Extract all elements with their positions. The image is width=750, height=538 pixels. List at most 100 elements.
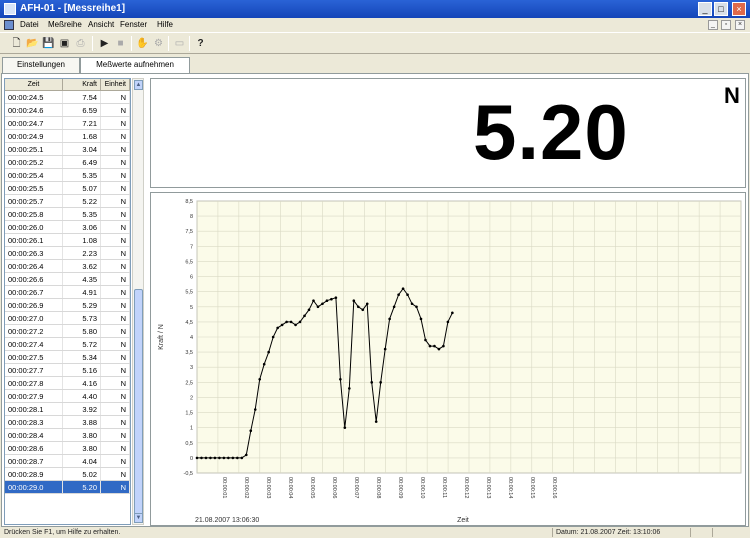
tab-einstellungen[interactable]: Einstellungen <box>2 57 80 73</box>
data-point <box>428 344 432 348</box>
help-icon[interactable]: ? <box>194 37 207 50</box>
table-row[interactable]: 00:00:28.7 4.04 N <box>5 455 130 468</box>
table-row[interactable]: 00:00:26.1 1.08 N <box>5 234 130 247</box>
cell-einheit: N <box>101 156 130 168</box>
table-row[interactable]: 00:00:25.2 6.49 N <box>5 156 130 169</box>
y-tick-label: 4 <box>190 335 193 341</box>
table-row[interactable]: 00:00:26.3 2.23 N <box>5 247 130 260</box>
measurement-list[interactable]: Zeit Kraft Einheit 00:00:24.5 7.54 N 00:00:… <box>4 78 131 525</box>
cell-einheit: N <box>101 299 130 311</box>
data-point <box>276 326 279 330</box>
table-row[interactable]: 00:00:25.1 3.04 N <box>5 143 130 156</box>
scroll-thumb[interactable] <box>134 289 143 517</box>
y-tick-label: -0,5 <box>184 471 193 477</box>
x-tick-label: 00:00:02 <box>243 477 249 498</box>
cell-kraft: 4.16 <box>63 377 101 389</box>
scroll-up-arrow-icon[interactable]: ▲ <box>134 80 143 90</box>
save-icon[interactable]: 💾 <box>42 37 55 50</box>
table-row[interactable]: 00:00:25.4 5.35 N <box>5 169 130 182</box>
data-point <box>280 323 284 327</box>
cell-einheit: N <box>101 260 130 272</box>
menu-hilfe[interactable]: Hilfe <box>157 18 173 32</box>
table-row[interactable]: 00:00:26.4 3.62 N <box>5 260 130 273</box>
table-row[interactable]: 00:00:28.6 3.80 N <box>5 442 130 455</box>
play-icon[interactable]: ▶ <box>98 37 111 50</box>
cell-einheit: N <box>101 208 130 220</box>
cell-zeit: 00:00:25.5 <box>5 182 63 194</box>
maximize-button[interactable]: □ <box>714 2 728 16</box>
menu-ansicht[interactable]: Ansicht <box>88 18 114 32</box>
table-row[interactable]: 00:00:27.0 5.73 N <box>5 312 130 325</box>
table-row[interactable]: 00:00:24.6 6.59 N <box>5 104 130 117</box>
new-file-icon[interactable]: 🗋 <box>10 37 23 50</box>
list-scrollbar[interactable]: ▲ ▼ <box>132 78 144 525</box>
menu-fenster[interactable]: Fenster <box>120 18 147 32</box>
cell-zeit: 00:00:26.7 <box>5 286 63 298</box>
x-axis-label: Zeit <box>457 517 469 524</box>
table-row[interactable]: 00:00:27.9 4.40 N <box>5 390 130 403</box>
open-folder-icon[interactable]: 📂 <box>26 37 39 50</box>
table-row[interactable]: 00:00:27.5 5.34 N <box>5 351 130 364</box>
cell-einheit: N <box>101 377 130 389</box>
table-row[interactable]: 00:00:26.0 3.06 N <box>5 221 130 234</box>
menu-messreihe[interactable]: Meßreihe <box>48 18 82 32</box>
column-header-zeit[interactable]: Zeit <box>5 79 63 90</box>
cell-einheit: N <box>101 234 130 246</box>
scroll-down-arrow-icon[interactable]: ▼ <box>134 513 143 523</box>
table-row[interactable]: 00:00:27.4 5.72 N <box>5 338 130 351</box>
cell-zeit: 00:00:26.9 <box>5 299 63 311</box>
table-row[interactable]: 00:00:25.7 5.22 N <box>5 195 130 208</box>
stop-icon[interactable]: ■ <box>114 37 127 50</box>
menu-datei[interactable]: Datei <box>20 18 39 32</box>
table-row[interactable]: 00:00:26.9 5.29 N <box>5 299 130 312</box>
table-row[interactable]: 00:00:26.6 4.35 N <box>5 273 130 286</box>
mdi-close-button[interactable]: × <box>735 20 745 30</box>
column-header-kraft[interactable]: Kraft <box>63 79 101 90</box>
table-row[interactable]: 00:00:28.1 3.92 N <box>5 403 130 416</box>
y-tick-label: 7 <box>190 244 193 250</box>
table-row[interactable]: 00:00:24.5 7.54 N <box>5 91 130 104</box>
close-button[interactable]: × <box>732 2 746 16</box>
table-row[interactable]: 00:00:28.3 3.88 N <box>5 416 130 429</box>
cell-zeit: 00:00:27.7 <box>5 364 63 376</box>
data-point <box>437 347 441 351</box>
y-tick-label: 5,5 <box>185 290 193 296</box>
app-icon[interactable] <box>4 3 16 15</box>
table-row[interactable]: 00:00:27.7 5.16 N <box>5 364 130 377</box>
cell-einheit: N <box>101 247 130 259</box>
cell-zeit: 00:00:26.3 <box>5 247 63 259</box>
table-row[interactable]: 00:00:26.7 4.91 N <box>5 286 130 299</box>
table-row[interactable]: 00:00:25.5 5.07 N <box>5 182 130 195</box>
table-row[interactable]: 00:00:28.4 3.80 N <box>5 429 130 442</box>
window-icon[interactable]: ▭ <box>173 37 186 50</box>
toolbar: 🗋 📂 💾 ▣ ⎙ ▶ ■ ✋ ⚙ ▭ ? <box>0 32 750 54</box>
table-row[interactable]: 00:00:28.9 5.02 N <box>5 468 130 481</box>
document-icon[interactable] <box>4 20 14 30</box>
table-row[interactable]: 00:00:29.0 5.20 N <box>5 481 130 494</box>
data-point <box>433 344 436 348</box>
data-point <box>365 302 369 306</box>
column-header-einheit[interactable]: Einheit <box>101 79 130 90</box>
settings-icon[interactable]: ⚙ <box>152 37 165 50</box>
minimize-button[interactable]: _ <box>698 2 712 16</box>
save-all-icon[interactable]: ▣ <box>58 37 71 50</box>
table-row[interactable]: 00:00:24.7 7.21 N <box>5 117 130 130</box>
data-point <box>249 429 253 432</box>
x-tick-label: 00:00:15 <box>529 477 535 498</box>
cell-einheit: N <box>101 130 130 142</box>
cell-einheit: N <box>101 286 130 298</box>
cell-einheit: N <box>101 143 130 155</box>
hand-icon[interactable]: ✋ <box>136 37 149 50</box>
status-bar: Drücken Sie F1, um Hilfe zu erhalten. Da… <box>0 527 750 538</box>
print-icon[interactable]: ⎙ <box>74 37 87 50</box>
status-datetime: Datum: 21.08.2007 Zeit: 13:10:06 <box>552 528 688 537</box>
table-row[interactable]: 00:00:27.8 4.16 N <box>5 377 130 390</box>
mdi-minimize-button[interactable]: _ <box>708 20 718 30</box>
table-row[interactable]: 00:00:25.8 5.35 N <box>5 208 130 221</box>
table-row[interactable]: 00:00:24.9 1.68 N <box>5 130 130 143</box>
mdi-restore-button[interactable]: ▫ <box>721 20 731 30</box>
table-row[interactable]: 00:00:27.2 5.80 N <box>5 325 130 338</box>
tab-messwerte-aufnehmen[interactable]: Meßwerte aufnehmen <box>80 57 190 74</box>
y-tick-label: 3,5 <box>185 350 193 356</box>
cell-zeit: 00:00:25.4 <box>5 169 63 181</box>
